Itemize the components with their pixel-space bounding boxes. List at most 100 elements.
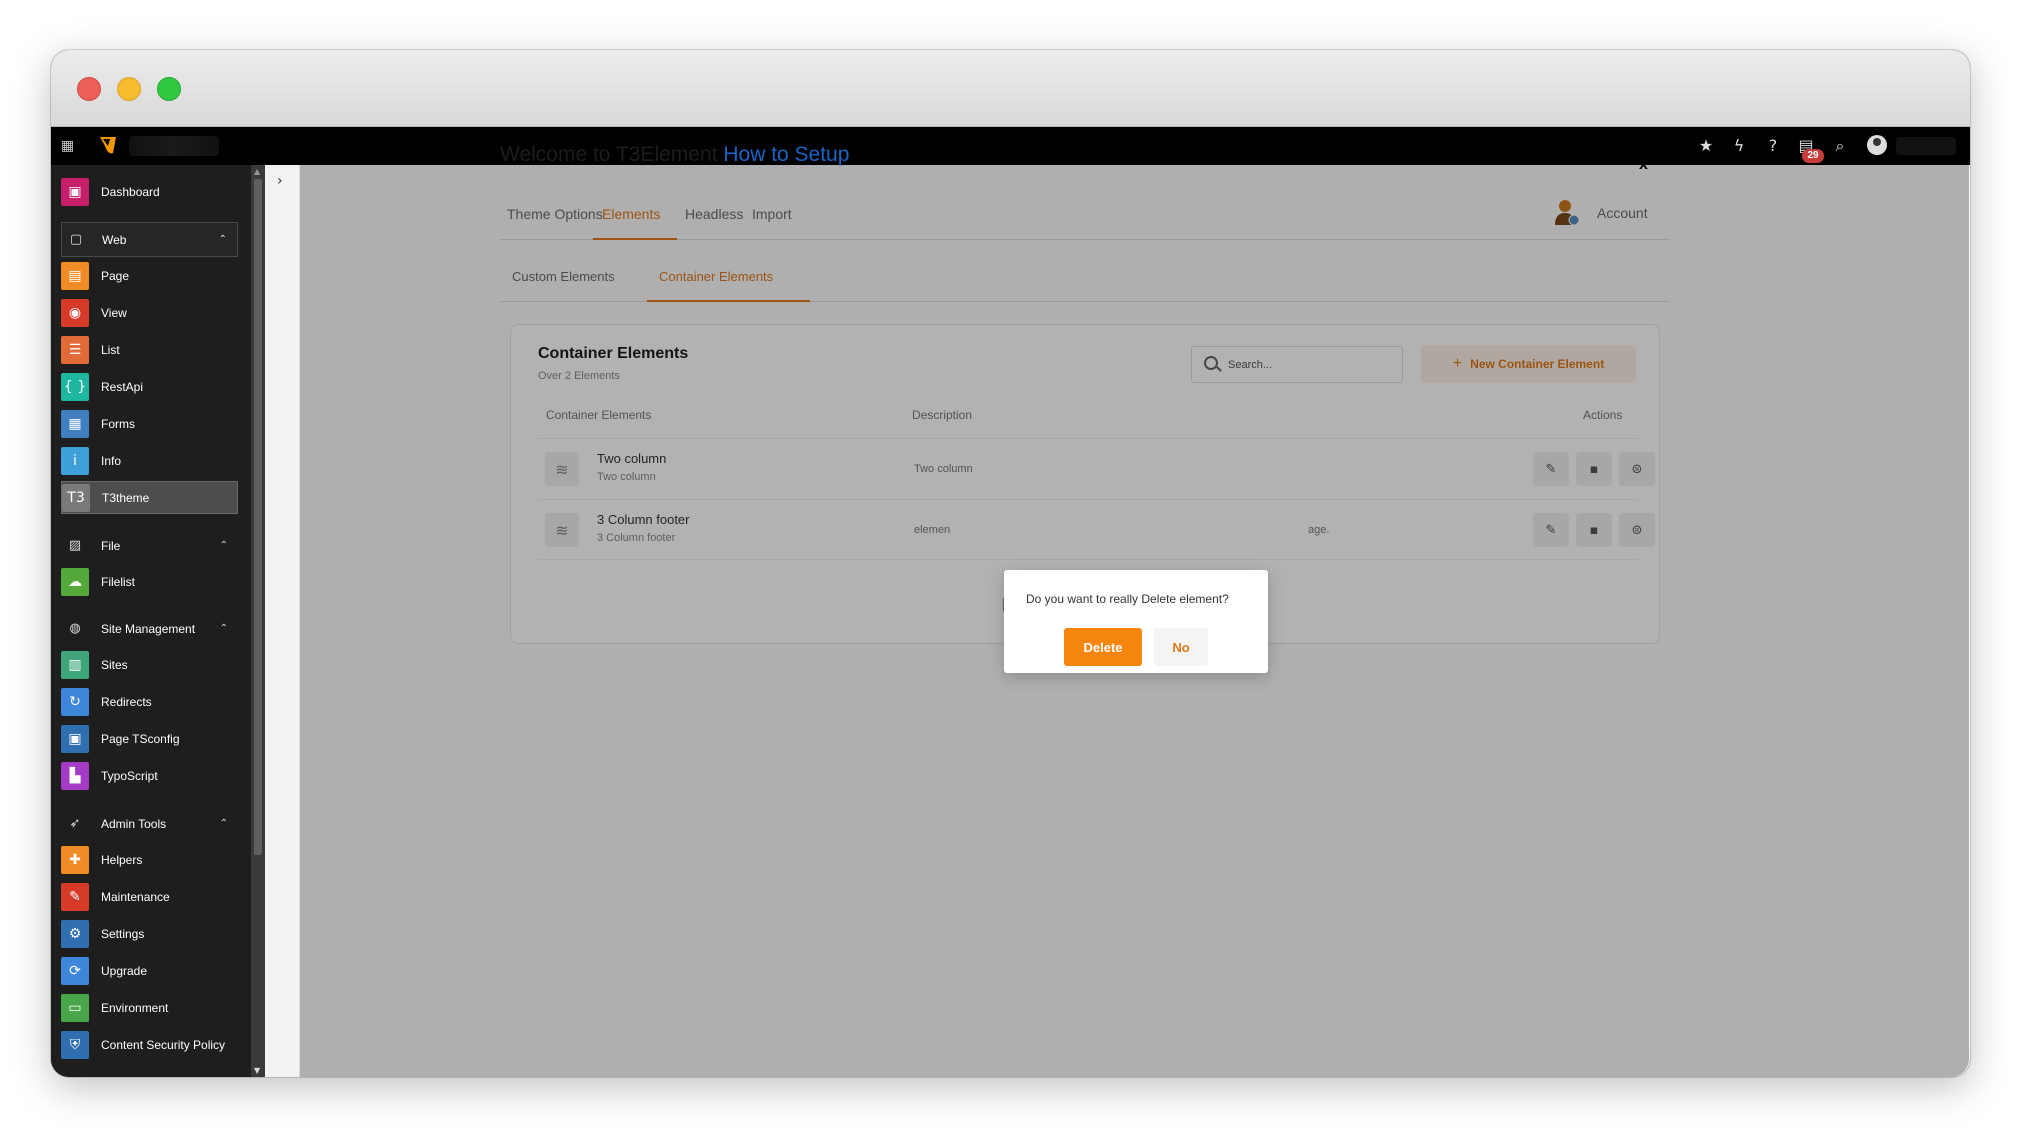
list-icon: ☰ xyxy=(61,335,89,364)
web-group-icon: ▢ xyxy=(69,232,83,247)
view-icon: ◉ xyxy=(61,298,89,327)
content-security-policy-icon: ⛨ xyxy=(61,1030,89,1059)
sidebar-item-label: Filelist xyxy=(101,574,136,589)
chevron-up-icon[interactable]: ⌃ xyxy=(220,818,228,829)
t3theme-icon: T3 xyxy=(62,483,90,512)
sidebar-item-upgrade[interactable]: ⟳ Upgrade xyxy=(61,954,238,987)
page-tsconfig-icon: ▣ xyxy=(61,724,89,753)
sidebar-item-label: T3theme xyxy=(102,490,150,505)
close-window-button[interactable] xyxy=(77,77,101,101)
welcome-text: Welcome to T3Element xyxy=(500,143,718,166)
maximize-window-button[interactable] xyxy=(157,77,181,101)
sidebar-item-sites[interactable]: ▥ Sites xyxy=(61,648,238,681)
star-icon[interactable]: ★ xyxy=(1696,136,1716,156)
scrollbar-thumb[interactable] xyxy=(254,179,262,855)
bolt-icon[interactable]: ϟ xyxy=(1729,136,1749,156)
sidebar-item-label: View xyxy=(101,305,127,320)
window-titlebar xyxy=(51,50,1970,127)
sidebar-item-label: RestApi xyxy=(101,379,144,394)
helpers-icon: ✚ xyxy=(61,845,89,874)
top-toolbar: ▦ ★ ϟ ? ▤ 29 ⌕ xyxy=(51,127,1970,165)
sidebar-item-label: Redirects xyxy=(101,694,152,709)
file-group-icon: ▨ xyxy=(68,538,82,553)
scroll-up-icon[interactable]: ▲ xyxy=(254,167,260,176)
sidebar-item-page[interactable]: ▤ Page xyxy=(61,259,238,292)
sidebar-item-label: Dashboard xyxy=(101,184,160,199)
settings-icon: ⚙ xyxy=(61,919,89,948)
sidebar-item-label: Helpers xyxy=(101,852,143,867)
chevron-up-icon[interactable]: ⌃ xyxy=(219,234,227,245)
apps-grid-icon[interactable]: ▦ xyxy=(61,138,77,154)
chevron-up-icon[interactable]: ⌃ xyxy=(220,540,228,551)
sidebar-item-view[interactable]: ◉ View xyxy=(61,296,238,329)
minimize-window-button[interactable] xyxy=(117,77,141,101)
sidebar-scrollbar[interactable]: ▲ ▼ xyxy=(251,165,265,1077)
sidebar-item-helpers[interactable]: ✚ Helpers xyxy=(61,843,238,876)
site-management-group-icon: ◍ xyxy=(69,621,81,636)
info-icon: i xyxy=(61,446,89,475)
environment-icon: ▭ xyxy=(61,993,89,1022)
chevron-up-icon[interactable]: ⌃ xyxy=(220,623,228,634)
sidebar-item-label: Upgrade xyxy=(101,963,148,978)
sidebar-item-label: Maintenance xyxy=(101,889,170,904)
sidebar-item-label: Forms xyxy=(101,416,135,431)
tree-collapse-bar: › xyxy=(265,165,300,1077)
page-icon: ▤ xyxy=(61,261,89,290)
maintenance-icon: ✎ xyxy=(61,882,89,911)
sidebar-group-label: File xyxy=(101,538,121,553)
sidebar-item-dashboard[interactable]: ▣ Dashboard xyxy=(61,175,238,208)
upgrade-icon: ⟳ xyxy=(61,956,89,985)
sidebar-item-label: Page xyxy=(101,268,130,283)
sidebar-item-label: TypoScript xyxy=(101,768,158,783)
forms-icon: ▦ xyxy=(61,409,89,438)
sidebar-group-label: Site Management xyxy=(101,621,196,636)
sidebar-item-t3theme[interactable]: T3 T3theme xyxy=(61,481,238,514)
sidebar-item-info[interactable]: i Info xyxy=(61,444,238,477)
dialog-message: Do you want to really Delete element? xyxy=(1026,592,1229,606)
sidebar-item-filelist[interactable]: ☁ Filelist xyxy=(61,565,238,598)
how-to-setup-link[interactable]: How to Setup xyxy=(723,143,849,166)
sidebar-item-redirects[interactable]: ↻ Redirects xyxy=(61,685,238,718)
sidebar-group-site-management[interactable]: ◍ Site Management ⌃ xyxy=(61,611,238,646)
typoscript-icon: ▙ xyxy=(61,761,89,790)
search-icon[interactable]: ⌕ xyxy=(1830,136,1850,156)
sidebar-group-web[interactable]: ▢ Web ⌃ xyxy=(61,222,238,257)
filelist-icon: ☁ xyxy=(61,567,89,596)
sidebar-item-list[interactable]: ☰ List xyxy=(61,333,238,366)
sidebar-group-admin-tools[interactable]: ➶ Admin Tools ⌃ xyxy=(61,806,238,841)
sidebar-item-label: Info xyxy=(101,453,122,468)
sidebar-item-page-tsconfig[interactable]: ▣ Page TSconfig xyxy=(61,722,238,755)
scroll-down-icon[interactable]: ▼ xyxy=(254,1066,260,1075)
sidebar-item-label: Environment xyxy=(101,1000,169,1015)
sidebar-group-label: Web xyxy=(102,232,127,247)
dashboard-icon: ▣ xyxy=(61,177,89,206)
sidebar-item-label: Sites xyxy=(101,657,128,672)
typo3-logo[interactable] xyxy=(97,134,119,156)
cancel-button[interactable]: No xyxy=(1154,628,1208,666)
sidebar-item-label: List xyxy=(101,342,120,357)
sidebar-group-label: Admin Tools xyxy=(101,816,167,831)
user-avatar-icon[interactable] xyxy=(1867,135,1887,155)
sidebar-item-typoscript[interactable]: ▙ TypoScript xyxy=(61,759,238,792)
sidebar-item-forms[interactable]: ▦ Forms xyxy=(61,407,238,440)
sidebar-item-content-security-policy[interactable]: ⛨ Content Security Policy xyxy=(61,1028,238,1061)
sidebar-item-label: Page TSconfig xyxy=(101,731,180,746)
delete-button[interactable]: Delete xyxy=(1064,628,1142,666)
help-icon[interactable]: ? xyxy=(1763,136,1783,156)
sidebar-item-maintenance[interactable]: ✎ Maintenance xyxy=(61,880,238,913)
redirects-icon: ↻ xyxy=(61,687,89,716)
sidebar-item-settings[interactable]: ⚙ Settings xyxy=(61,917,238,950)
sidebar-item-label: Content Security Policy xyxy=(101,1037,226,1052)
module-sidebar: ▣ Dashboard ▢ Web ⌃ ▤ Page ◉ View ☰ List { } RestApi… xyxy=(51,165,251,1077)
notification-badge: 29 xyxy=(1802,149,1824,163)
username-blurred xyxy=(1896,137,1956,155)
expand-tree-chevron-icon[interactable]: › xyxy=(277,173,283,189)
sidebar-item-restapi[interactable]: { } RestApi xyxy=(61,370,238,403)
sidebar-item-label: Settings xyxy=(101,926,145,941)
sidebar-item-environment[interactable]: ▭ Environment xyxy=(61,991,238,1024)
page-title: Welcome to T3Element How to Setup xyxy=(500,143,849,167)
sidebar-group-file[interactable]: ▨ File ⌃ xyxy=(61,528,238,563)
restapi-icon: { } xyxy=(61,372,89,401)
admin-tools-group-icon: ➶ xyxy=(69,816,81,831)
delete-confirm-dialog: Do you want to really Delete element? De… xyxy=(1004,570,1268,673)
